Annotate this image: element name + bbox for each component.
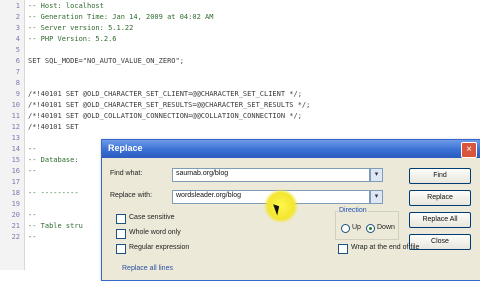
cursor-highlight: [264, 189, 298, 223]
line-text: -- ---------: [28, 189, 79, 197]
case-sensitive-checkbox[interactable]: [116, 214, 126, 224]
code-line: 3 -- Server version: 5.1.22: [0, 23, 480, 34]
line-number: 8: [15, 79, 20, 87]
direction-up-label: Up: [352, 224, 361, 231]
code-line: 6 SET SQL_MODE="NO_AUTO_VALUE_ON_ZERO";: [0, 56, 480, 67]
line-number: 2: [15, 13, 20, 21]
line-text: -- Database:: [28, 156, 79, 164]
dialog-title: Replace: [108, 143, 143, 153]
line-text: --: [28, 145, 37, 153]
replace-button[interactable]: Replace: [409, 190, 471, 206]
find-label: Find what:: [110, 170, 143, 177]
line-text: /*!40101 SET @OLD_COLLATION_CONNECTION=@…: [28, 112, 302, 120]
whole-word-checkbox[interactable]: [116, 229, 126, 239]
code-line: 5: [0, 45, 480, 56]
wrap-label: Wrap at the end of file: [351, 244, 420, 251]
line-text: /*!40101 SET @OLD_CHARACTER_SET_RESULTS=…: [28, 101, 311, 109]
line-number: 12: [11, 123, 20, 131]
line-number: 10: [11, 101, 20, 109]
regex-checkbox[interactable]: [116, 244, 126, 254]
line-text: -- PHP Version: 5.2.6: [28, 35, 117, 43]
direction-up-radio[interactable]: [341, 224, 350, 233]
line-text: -- Host: localhost: [28, 2, 104, 10]
find-dropdown-button[interactable]: ▾: [370, 168, 383, 182]
code-line: 11 /*!40101 SET @OLD_COLLATION_CONNECTION…: [0, 111, 480, 122]
direction-down-label: Down: [377, 224, 395, 231]
line-number: 22: [11, 233, 20, 241]
chevron-down-icon: ▾: [371, 191, 382, 203]
line-number: 4: [15, 35, 20, 43]
code-line: 4 -- PHP Version: 5.2.6: [0, 34, 480, 45]
close-icon[interactable]: ×: [461, 142, 477, 158]
replace-label: Replace with:: [110, 192, 153, 199]
line-text: /*!40101 SET: [28, 123, 79, 131]
regex-label: Regular expression: [129, 244, 190, 251]
line-number: 7: [15, 68, 20, 76]
code-line: 2 -- Generation Time: Jan 14, 2009 at 04:…: [0, 12, 480, 23]
line-number: 5: [15, 46, 20, 54]
line-number: 1: [15, 2, 20, 10]
wrap-checkbox[interactable]: [338, 244, 348, 254]
line-text: /*!40101 SET @OLD_CHARACTER_SET_CLIENT=@…: [28, 90, 302, 98]
line-number: 21: [11, 222, 20, 230]
line-number: 6: [15, 57, 20, 65]
dialog-titlebar[interactable]: Replace ×: [102, 140, 480, 158]
line-text: --: [28, 233, 37, 241]
line-number: 19: [11, 200, 20, 208]
chevron-down-icon: ▾: [371, 169, 382, 181]
code-line: 1 -- Host: localhost: [0, 1, 480, 12]
code-line: 9 /*!40101 SET @OLD_CHARACTER_SET_CLIENT=…: [0, 89, 480, 100]
line-text: --: [28, 167, 37, 175]
line-number: 9: [15, 90, 20, 98]
line-number: 20: [11, 211, 20, 219]
line-number: 3: [15, 24, 20, 32]
replace-all-lines-link[interactable]: Replace all lines: [122, 265, 173, 272]
code-line: 12 /*!40101 SET: [0, 122, 480, 133]
line-number: 15: [11, 156, 20, 164]
code-line: 10 /*!40101 SET @OLD_CHARACTER_SET_RESULT…: [0, 100, 480, 111]
find-button[interactable]: Find: [409, 168, 471, 184]
line-text: --: [28, 211, 37, 219]
line-text: -- Server version: 5.1.22: [28, 24, 134, 32]
replace-input-value: wordsleader.org/blog: [176, 192, 241, 199]
replace-dropdown-button[interactable]: ▾: [370, 190, 383, 204]
direction-title: Direction: [338, 207, 368, 214]
line-text: -- Generation Time: Jan 14, 2009 at 04:0…: [28, 13, 214, 21]
code-line: 8: [0, 78, 480, 89]
line-text: SET SQL_MODE="NO_AUTO_VALUE_ON_ZERO";: [28, 57, 184, 65]
line-number: 11: [11, 112, 20, 120]
replace-all-button[interactable]: Replace All: [409, 212, 471, 228]
line-number: 14: [11, 145, 20, 153]
find-input-value: saumab.org/blog: [176, 170, 229, 177]
line-number: 17: [11, 178, 20, 186]
line-number: 16: [11, 167, 20, 175]
direction-down-radio[interactable]: [366, 224, 375, 233]
line-text: -- Table stru: [28, 222, 83, 230]
find-input[interactable]: saumab.org/blog: [172, 168, 370, 182]
case-sensitive-label: Case sensitive: [129, 214, 175, 221]
line-number: 13: [11, 134, 20, 142]
line-number: 18: [11, 189, 20, 197]
code-line: 7: [0, 67, 480, 78]
whole-word-label: Whole word only: [129, 229, 181, 236]
